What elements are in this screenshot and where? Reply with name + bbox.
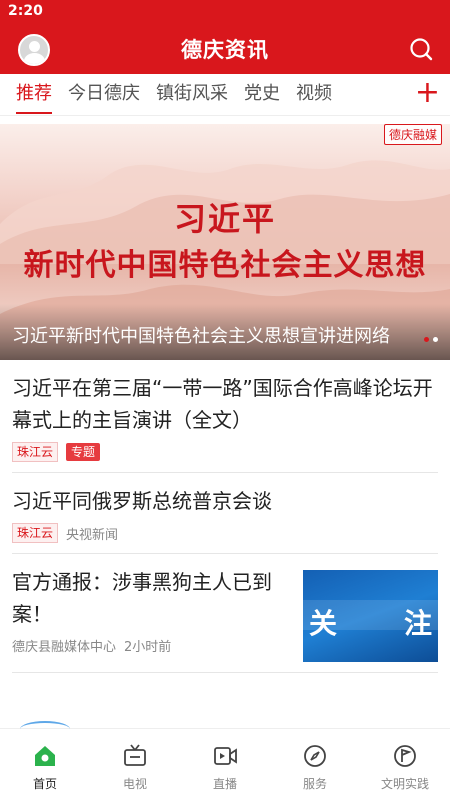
banner-caption: 习近平新时代中国特色社会主义思想宣讲进网络 — [12, 326, 390, 347]
tv-icon — [124, 744, 146, 766]
list-item[interactable]: 习近平同俄罗斯总统普京会谈 珠江云 央视新闻 — [12, 473, 438, 554]
carousel-dots — [424, 337, 438, 342]
home-icon — [35, 746, 55, 766]
banner-source-tag: 德庆融媒 — [383, 124, 442, 145]
channel-tabs: 推荐 今日德庆 镇街风采 党史 视频 + — [0, 74, 450, 116]
topic-badge: 专题 — [66, 443, 101, 461]
status-time: 2:20 — [8, 3, 43, 19]
news-time: 2小时前 — [124, 640, 172, 655]
tab-party-history[interactable]: 党史 — [244, 74, 280, 116]
page-title: 德庆资讯 — [181, 38, 269, 62]
avatar[interactable] — [18, 34, 50, 66]
bottom-nav: 首页 电视 直播 服务 文明实践 — [0, 721, 450, 800]
compass-icon — [304, 745, 326, 767]
nav-civilization-practice[interactable]: 文明实践 — [360, 729, 450, 800]
tab-today-deqing[interactable]: 今日德庆 — [68, 74, 140, 116]
news-source: 央视新闻 — [66, 527, 119, 543]
banner-headline-line1: 习近平 — [173, 200, 276, 238]
flag-icon — [394, 745, 416, 767]
nav-home[interactable]: 首页 — [0, 721, 90, 800]
carousel-dot — [433, 337, 438, 342]
source-tag: 珠江云 — [12, 442, 59, 462]
carousel-dot-active — [424, 337, 429, 342]
list-item[interactable]: 官方通报：涉事黑狗主人已到案！ 德庆县融媒体中心 2小时前 关 注 — [12, 554, 438, 673]
news-source: 德庆县融媒体中心 — [12, 640, 117, 655]
news-list: 习近平在第三届“一带一路”国际合作高峰论坛开幕式上的主旨演讲（全文） 珠江云 专… — [0, 360, 450, 673]
status-bar: 2:20 — [0, 0, 450, 24]
news-title: 习近平在第三届“一带一路”国际合作高峰论坛开幕式上的主旨演讲（全文） — [12, 376, 433, 432]
app-header: 德庆资讯 — [0, 24, 450, 74]
add-channel-button[interactable]: + — [415, 78, 440, 108]
search-icon[interactable] — [408, 36, 434, 62]
nav-services[interactable]: 服务 — [270, 729, 360, 800]
tab-towns[interactable]: 镇街风采 — [156, 74, 228, 116]
news-thumbnail: 关 注 — [303, 570, 438, 662]
nav-live[interactable]: 直播 — [180, 729, 270, 800]
news-title: 官方通报：涉事黑狗主人已到案！ — [12, 570, 272, 626]
tab-recommend[interactable]: 推荐 — [16, 74, 52, 116]
list-item[interactable]: 习近平在第三届“一带一路”国际合作高峰论坛开幕式上的主旨演讲（全文） 珠江云 专… — [12, 360, 438, 473]
tab-video[interactable]: 视频 — [296, 74, 332, 116]
banner-headline-line2: 新时代中国特色社会主义思想 — [23, 248, 427, 283]
banner-carousel[interactable]: 德庆融媒 习近平 新时代中国特色社会主义思想 习近平新时代中国特色社会主义思想宣… — [0, 124, 450, 360]
live-icon — [214, 747, 237, 765]
news-title: 习近平同俄罗斯总统普京会谈 — [12, 489, 272, 513]
source-tag: 珠江云 — [12, 523, 59, 543]
nav-tv[interactable]: 电视 — [90, 729, 180, 800]
